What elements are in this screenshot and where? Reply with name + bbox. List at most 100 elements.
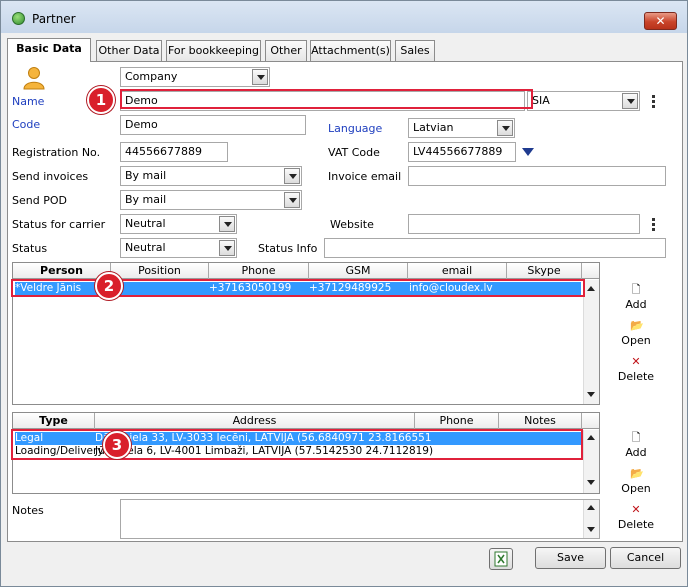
status-info-field[interactable] — [324, 238, 666, 258]
language-select[interactable]: Latvian — [408, 118, 515, 138]
tab-basic-data[interactable]: Basic Data — [7, 38, 91, 62]
status-carrier-select[interactable]: Neutral — [120, 214, 237, 234]
tab-for-bookkeeping[interactable]: For bookkeeping — [166, 40, 261, 61]
title-bar: Partner ✕ — [1, 1, 687, 33]
add-label: Add — [625, 446, 647, 459]
column-header-phone[interactable]: Phone — [209, 263, 309, 279]
column-header-email[interactable]: email — [408, 263, 507, 279]
language-label: Language — [328, 122, 383, 135]
chevron-down-icon[interactable] — [284, 168, 300, 184]
send-invoices-select[interactable]: By mail — [120, 166, 302, 186]
delete-label: Delete — [617, 370, 655, 383]
tab-attachments[interactable]: Attachment(s) — [310, 40, 391, 61]
send-pod-label: Send POD — [12, 194, 67, 207]
scroll-up-icon[interactable] — [587, 505, 595, 510]
callout-badge-1: 1 — [87, 86, 115, 114]
export-button[interactable] — [489, 548, 513, 570]
column-header-type[interactable]: Type — [13, 413, 95, 429]
send-invoices-value: By mail — [125, 169, 167, 182]
invoice-email-field[interactable] — [408, 166, 666, 186]
scroll-down-icon[interactable] — [587, 392, 595, 397]
callout-badge-2: 2 — [95, 272, 123, 300]
column-header-address[interactable]: Address — [95, 413, 415, 429]
notes-field[interactable] — [120, 499, 600, 539]
column-header-address-phone[interactable]: Phone — [415, 413, 499, 429]
scroll-up-icon[interactable] — [587, 286, 595, 291]
delete-label: Delete — [617, 518, 655, 531]
folder-open-icon: 📂 — [630, 467, 644, 480]
website-label: Website — [330, 218, 374, 231]
vat-label: VAT Code — [328, 146, 380, 159]
status-select[interactable]: Neutral — [120, 238, 237, 258]
tab-other[interactable]: Other — [265, 40, 307, 61]
scroll-down-icon[interactable] — [587, 527, 595, 532]
delete-icon: ✕ — [631, 355, 641, 368]
app-icon — [12, 12, 25, 25]
scroll-up-icon[interactable] — [587, 435, 595, 440]
partner-window: Partner ✕ Basic Data Other Data For book… — [0, 0, 688, 587]
open-label: Open — [621, 482, 651, 495]
vat-field[interactable]: LV44556677889 — [408, 142, 516, 162]
name-label: Name — [12, 95, 45, 108]
callout-highlight-address-rows — [11, 429, 583, 460]
cancel-button[interactable]: Cancel — [610, 547, 681, 569]
addresses-scrollbar[interactable] — [583, 430, 599, 493]
send-pod-value: By mail — [125, 193, 167, 206]
new-document-icon: 🗋 — [631, 431, 641, 444]
add-person-button[interactable]: 🗋 Add — [611, 283, 661, 312]
save-button[interactable]: Save — [535, 547, 606, 569]
add-address-button[interactable]: 🗋 Add — [611, 431, 661, 460]
send-invoices-label: Send invoices — [12, 170, 89, 183]
status-info-label: Status Info — [258, 242, 318, 255]
notes-scrollbar[interactable] — [583, 500, 599, 538]
close-button[interactable]: ✕ — [644, 12, 677, 30]
status-value: Neutral — [125, 241, 166, 254]
chevron-down-icon[interactable] — [284, 192, 300, 208]
basic-data-panel: Company Name Demo SIA Code Demo Language… — [7, 61, 683, 542]
open-label: Open — [621, 334, 651, 347]
send-pod-select[interactable]: By mail — [120, 190, 302, 210]
column-header-person[interactable]: Person — [13, 263, 111, 279]
window-title: Partner — [32, 12, 76, 26]
scroll-down-icon[interactable] — [587, 480, 595, 485]
callout-badge-3: 3 — [103, 431, 131, 459]
registration-field[interactable]: 44556677889 — [120, 142, 228, 162]
partner-avatar-icon — [23, 67, 45, 90]
callout-highlight-name — [120, 89, 533, 109]
column-header-position[interactable]: Position — [111, 263, 209, 279]
status-carrier-label: Status for carrier — [12, 218, 106, 231]
tab-other-data[interactable]: Other Data — [96, 40, 162, 61]
delete-person-button[interactable]: ✕ Delete — [611, 355, 661, 384]
chevron-down-icon[interactable] — [622, 93, 638, 109]
chevron-down-icon[interactable] — [219, 216, 235, 232]
open-person-button[interactable]: 📂 Open — [611, 319, 661, 348]
chevron-down-icon[interactable] — [252, 69, 268, 85]
chevron-down-icon[interactable] — [219, 240, 235, 256]
column-header-skype[interactable]: Skype — [507, 263, 582, 279]
addresses-grid-header: Type Address Phone Notes — [13, 413, 599, 429]
column-header-notes[interactable]: Notes — [499, 413, 582, 429]
more-options-icon[interactable] — [652, 95, 655, 108]
folder-open-icon: 📂 — [630, 319, 644, 332]
invoice-email-label: Invoice email — [328, 170, 402, 183]
open-address-button[interactable]: 📂 Open — [611, 467, 661, 496]
status-label: Status — [12, 242, 48, 255]
legal-form-select[interactable]: SIA — [527, 91, 640, 111]
website-field[interactable] — [408, 214, 640, 234]
code-field[interactable]: Demo — [120, 115, 306, 135]
spreadsheet-export-icon — [494, 551, 508, 567]
partner-type-value: Company — [125, 70, 178, 83]
delete-address-button[interactable]: ✕ Delete — [611, 503, 661, 532]
partner-type-select[interactable]: Company — [120, 67, 270, 87]
column-header-gsm[interactable]: GSM — [309, 263, 408, 279]
add-label: Add — [625, 298, 647, 311]
language-value: Latvian — [413, 121, 454, 134]
chevron-down-icon[interactable] — [497, 120, 513, 136]
persons-scrollbar[interactable] — [583, 280, 599, 404]
more-options-icon[interactable] — [652, 218, 655, 231]
legal-form-value: SIA — [532, 94, 550, 107]
delete-icon: ✕ — [631, 503, 641, 516]
tab-sales[interactable]: Sales — [395, 40, 435, 61]
new-document-icon: 🗋 — [631, 283, 641, 296]
vat-check-arrow-icon[interactable] — [522, 148, 534, 156]
